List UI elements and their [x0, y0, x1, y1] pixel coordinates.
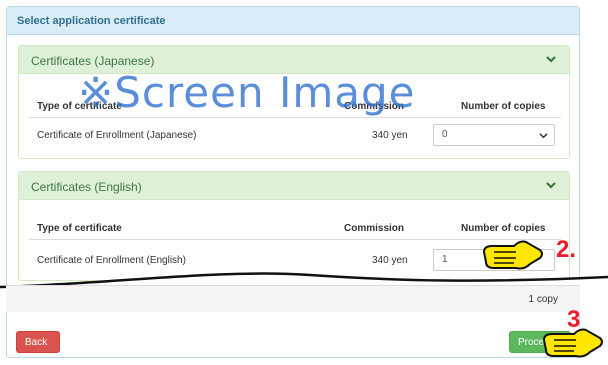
main-panel-title: Select application certificate	[7, 7, 579, 35]
summary-strip: 1 copy	[6, 285, 580, 312]
english-panel-header[interactable]: Certificates (English)	[19, 172, 569, 200]
copies-select-japanese[interactable]: 0	[433, 124, 555, 146]
table-divider	[29, 117, 561, 118]
pointing-hand-icon	[542, 328, 603, 358]
certificate-type-japanese: Certificate of Enrollment (Japanese)	[37, 130, 197, 141]
commission-japanese: 340 yen	[372, 130, 408, 141]
step-2-label: 2.	[556, 236, 577, 263]
japanese-panel-title: Certificates (Japanese)	[31, 54, 155, 68]
column-header-copies: Number of copies	[461, 223, 546, 234]
back-button[interactable]: Back	[16, 331, 60, 353]
copies-value-english: 1	[442, 254, 448, 265]
english-panel-title: Certificates (English)	[31, 180, 142, 194]
column-header-commission: Commission	[344, 223, 405, 234]
column-header-copies: Number of copies	[461, 101, 546, 112]
screen-image-watermark: ※Screen Image	[78, 68, 416, 117]
page: Select application certificate Certifica…	[0, 0, 608, 365]
chevron-down-icon[interactable]	[545, 53, 557, 65]
copy-count: 1 copy	[528, 294, 558, 305]
pointing-hand-icon	[482, 240, 543, 270]
column-header-type: Type of certificate	[37, 223, 122, 234]
dropdown-arrow-icon	[539, 133, 548, 139]
chevron-down-icon[interactable]	[545, 179, 557, 191]
copies-value-japanese: 0	[442, 129, 448, 140]
